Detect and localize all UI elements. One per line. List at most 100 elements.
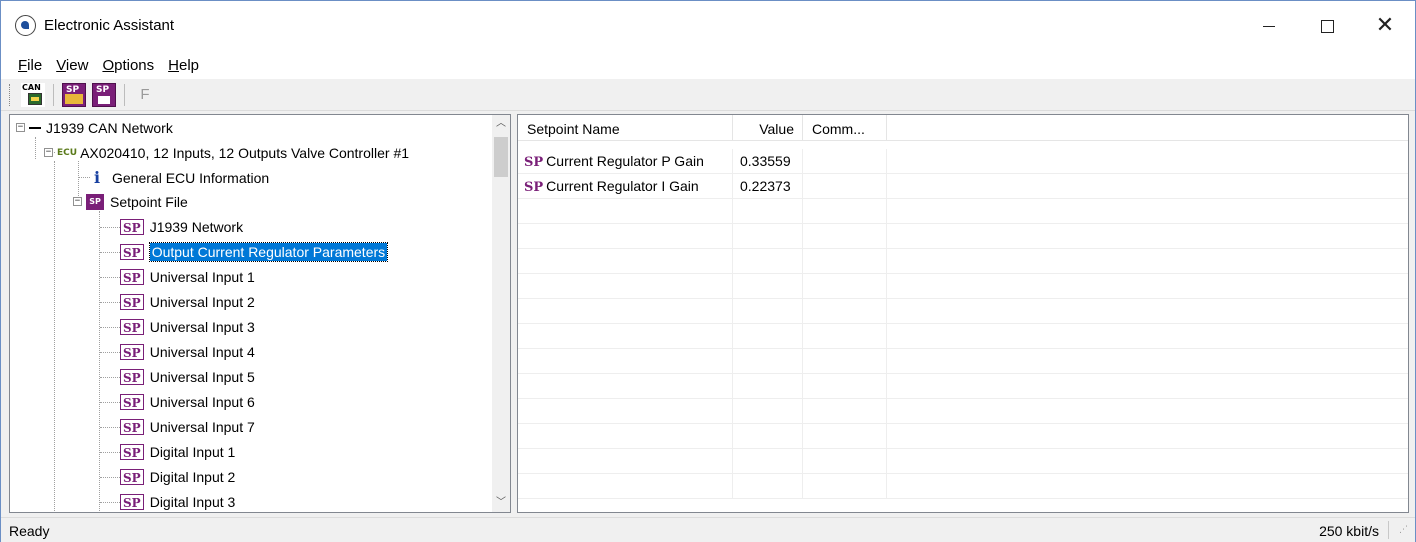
maximize-icon (1320, 19, 1334, 33)
tree-item-setpoint[interactable]: SP Universal Input 2 (120, 289, 255, 314)
empty-row (518, 298, 1408, 324)
tree-connector (100, 227, 120, 228)
close-icon: ✕ (1375, 13, 1395, 38)
open-sp-icon-label: SP (66, 84, 80, 95)
collapse-icon[interactable]: − (44, 148, 53, 157)
tree-item-setpoint[interactable]: SP Digital Input 1 (120, 439, 235, 464)
empty-cell (803, 448, 887, 474)
tree-item-label: Setpoint File (110, 193, 188, 210)
title-bar[interactable]: Electronic Assistant ✕ (1, 1, 1415, 51)
table-row[interactable]: SP Current Regulator P Gain 0.33559 (518, 148, 1408, 174)
empty-cell (803, 248, 887, 274)
tree-item-label: Digital Input 3 (149, 493, 236, 510)
empty-cell (803, 198, 887, 224)
empty-cell (518, 198, 733, 224)
menu-file[interactable]: File (11, 57, 49, 74)
empty-row (518, 398, 1408, 424)
tree-item-setpoint[interactable]: SP Universal Input 6 (120, 389, 255, 414)
empty-row (518, 323, 1408, 349)
menu-bar: File View Options Help (1, 51, 1415, 79)
tree-item-ecu[interactable]: − ECU AX020410, 12 Inputs, 12 Outputs Va… (44, 140, 409, 165)
menu-options[interactable]: Options (95, 57, 161, 74)
menu-view[interactable]: View (49, 57, 95, 74)
cell-comment (803, 148, 887, 174)
tree-connector (35, 137, 36, 159)
tree-item-setpoint[interactable]: SP Universal Input 7 (120, 414, 255, 439)
empty-row (518, 273, 1408, 299)
tree-item-setpoint[interactable]: SP Universal Input 3 (120, 314, 255, 339)
scroll-down-icon[interactable]: ﹀ (492, 494, 510, 512)
can-chip-icon (28, 92, 42, 105)
tree-item-setpoint[interactable]: SP Universal Input 4 (120, 339, 255, 364)
empty-cell (518, 298, 733, 324)
column-header-setpoint-name[interactable]: Setpoint Name (518, 115, 733, 141)
collapse-icon[interactable]: − (16, 123, 25, 132)
empty-cell (518, 323, 733, 349)
close-button[interactable]: ✕ (1356, 1, 1414, 51)
empty-cell (518, 348, 733, 374)
tree-item-setpoint[interactable]: SP J1939 Network (120, 214, 243, 239)
empty-row (518, 373, 1408, 399)
save-setpoint-file-button[interactable]: SP (92, 82, 116, 107)
maximize-button[interactable] (1298, 1, 1356, 51)
empty-cell (803, 323, 887, 349)
empty-row (518, 473, 1408, 499)
setpoint-name-text: Current Regulator I Gain (546, 177, 699, 194)
tree-item-setpoint[interactable]: SP Digital Input 3 (120, 489, 236, 512)
tree-item-label: J1939 Network (149, 218, 244, 235)
list-header: Setpoint Name Value Comm... (518, 115, 1408, 141)
empty-row (518, 448, 1408, 474)
table-row[interactable]: SP Current Regulator I Gain 0.22373 (518, 173, 1408, 199)
setpoint-list-view[interactable]: Setpoint Name Value Comm... SP Current Re… (517, 114, 1409, 513)
empty-cell (733, 198, 803, 224)
tree-item-general-info[interactable]: i General ECU Information (90, 165, 269, 190)
tree-item-label: Universal Input 6 (149, 393, 255, 410)
empty-cell (803, 273, 887, 299)
empty-row (518, 248, 1408, 274)
open-setpoint-file-button[interactable]: SP (62, 82, 86, 107)
tree-item-label: Universal Input 1 (149, 268, 255, 285)
tree-connector (100, 427, 120, 428)
tree-item-network[interactable]: − J1939 CAN Network (16, 115, 173, 140)
tree-item-label: Universal Input 2 (149, 293, 255, 310)
tree-item-setpoint-selected[interactable]: SP Output Current Regulator Parameters (120, 239, 389, 264)
scroll-up-icon[interactable]: ︿ (492, 115, 510, 133)
toolbar-grip[interactable] (9, 83, 12, 106)
tree-item-label: Output Current Regulator Parameters (148, 241, 389, 262)
menu-file-accel: F (18, 56, 28, 74)
minimize-button[interactable] (1240, 1, 1298, 51)
tree-item-label: Universal Input 5 (149, 368, 255, 385)
tree-scrollbar[interactable]: ︿ ﹀ (492, 115, 510, 512)
resize-grip-icon[interactable]: ⋰ (1399, 526, 1411, 539)
menu-options-accel: O (102, 56, 115, 74)
empty-cell (803, 423, 887, 449)
tree-item-setpoint[interactable]: SP Digital Input 2 (120, 464, 235, 489)
column-header-value[interactable]: Value (733, 115, 803, 141)
ecu-tree-view[interactable]: − J1939 CAN Network − ECU AX020410, 12 I… (9, 114, 511, 513)
empty-cell (518, 448, 733, 474)
scroll-thumb[interactable] (494, 137, 508, 177)
save-sp-icon-label: SP (96, 84, 110, 95)
tree-item-setpoint-file[interactable]: − SP Setpoint File (73, 189, 188, 214)
setpoint-icon: SP (120, 243, 144, 260)
tree-connector (100, 327, 120, 328)
flash-button[interactable]: F (133, 83, 157, 107)
empty-cell (733, 323, 803, 349)
column-header-comment[interactable]: Comm... (803, 115, 887, 141)
setpoint-icon: SP (120, 268, 144, 285)
setpoint-icon: SP (120, 393, 144, 410)
toolbar-separator (53, 83, 54, 106)
empty-cell (803, 373, 887, 399)
tree-item-setpoint[interactable]: SP Universal Input 1 (120, 264, 255, 289)
collapse-icon[interactable]: − (73, 197, 82, 206)
empty-cell (733, 223, 803, 249)
tree-item-setpoint[interactable]: SP Universal Input 5 (120, 364, 255, 389)
network-icon (29, 126, 41, 129)
cell-value: 0.22373 (733, 173, 803, 199)
empty-row (518, 348, 1408, 374)
empty-cell (518, 373, 733, 399)
menu-help[interactable]: Help (161, 57, 206, 74)
tree-item-label: Digital Input 1 (149, 443, 236, 460)
can-connect-button[interactable]: CAN (21, 82, 45, 107)
menu-view-label: iew (65, 56, 89, 74)
